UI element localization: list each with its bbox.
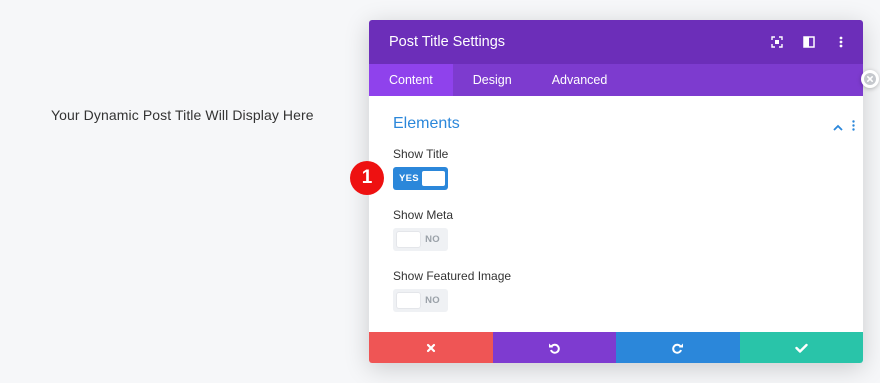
toggle-knob (397, 232, 420, 247)
show-title-toggle[interactable]: YES (393, 167, 448, 190)
undo-button[interactable] (492, 332, 616, 363)
toggle-knob (422, 171, 445, 186)
modal-body: Elements Show Title YES Show Meta NO Sho… (369, 96, 863, 332)
field-label-show-meta: Show Meta (393, 208, 454, 222)
modal-header: Post Title Settings (369, 20, 863, 64)
redo-icon (672, 343, 684, 354)
tab-content[interactable]: Content (369, 64, 453, 96)
toggle-text: NO (425, 295, 440, 306)
header-icons (768, 33, 850, 51)
toggle-knob (397, 293, 420, 308)
undo-icon (548, 343, 560, 354)
field-label-show-featured-image: Show Featured Image (393, 269, 512, 283)
toggle-text: NO (425, 234, 440, 245)
tab-design[interactable]: Design (453, 64, 532, 96)
split-view-icon[interactable] (800, 33, 818, 51)
close-icon (426, 343, 435, 352)
settings-modal: Post Title Settings Content Design Advan… (369, 20, 863, 363)
expand-icon[interactable] (768, 33, 786, 51)
modal-footer (369, 332, 863, 363)
more-options-icon[interactable] (832, 33, 850, 51)
redo-button[interactable] (616, 332, 740, 363)
close-icon (864, 73, 876, 85)
section-title-elements[interactable]: Elements (393, 115, 863, 133)
tab-advanced[interactable]: Advanced (532, 64, 628, 96)
section-controls (833, 118, 855, 136)
field-label-show-title: Show Title (393, 147, 449, 161)
show-meta-toggle[interactable]: NO (393, 228, 448, 251)
show-featured-image-toggle[interactable]: NO (393, 289, 448, 312)
chevron-up-icon[interactable] (833, 118, 843, 136)
settings-tabs: Content Design Advanced (369, 64, 863, 96)
step-number-badge: 1 (350, 161, 384, 195)
check-icon (795, 343, 808, 353)
save-button[interactable] (739, 332, 863, 363)
cancel-button[interactable] (369, 332, 493, 363)
post-title-preview: Your Dynamic Post Title Will Display Her… (51, 107, 314, 123)
kebab-icon[interactable] (852, 118, 855, 136)
toggle-text: YES (399, 173, 419, 184)
modal-title: Post Title Settings (389, 34, 506, 50)
side-close-button[interactable] (861, 70, 879, 88)
